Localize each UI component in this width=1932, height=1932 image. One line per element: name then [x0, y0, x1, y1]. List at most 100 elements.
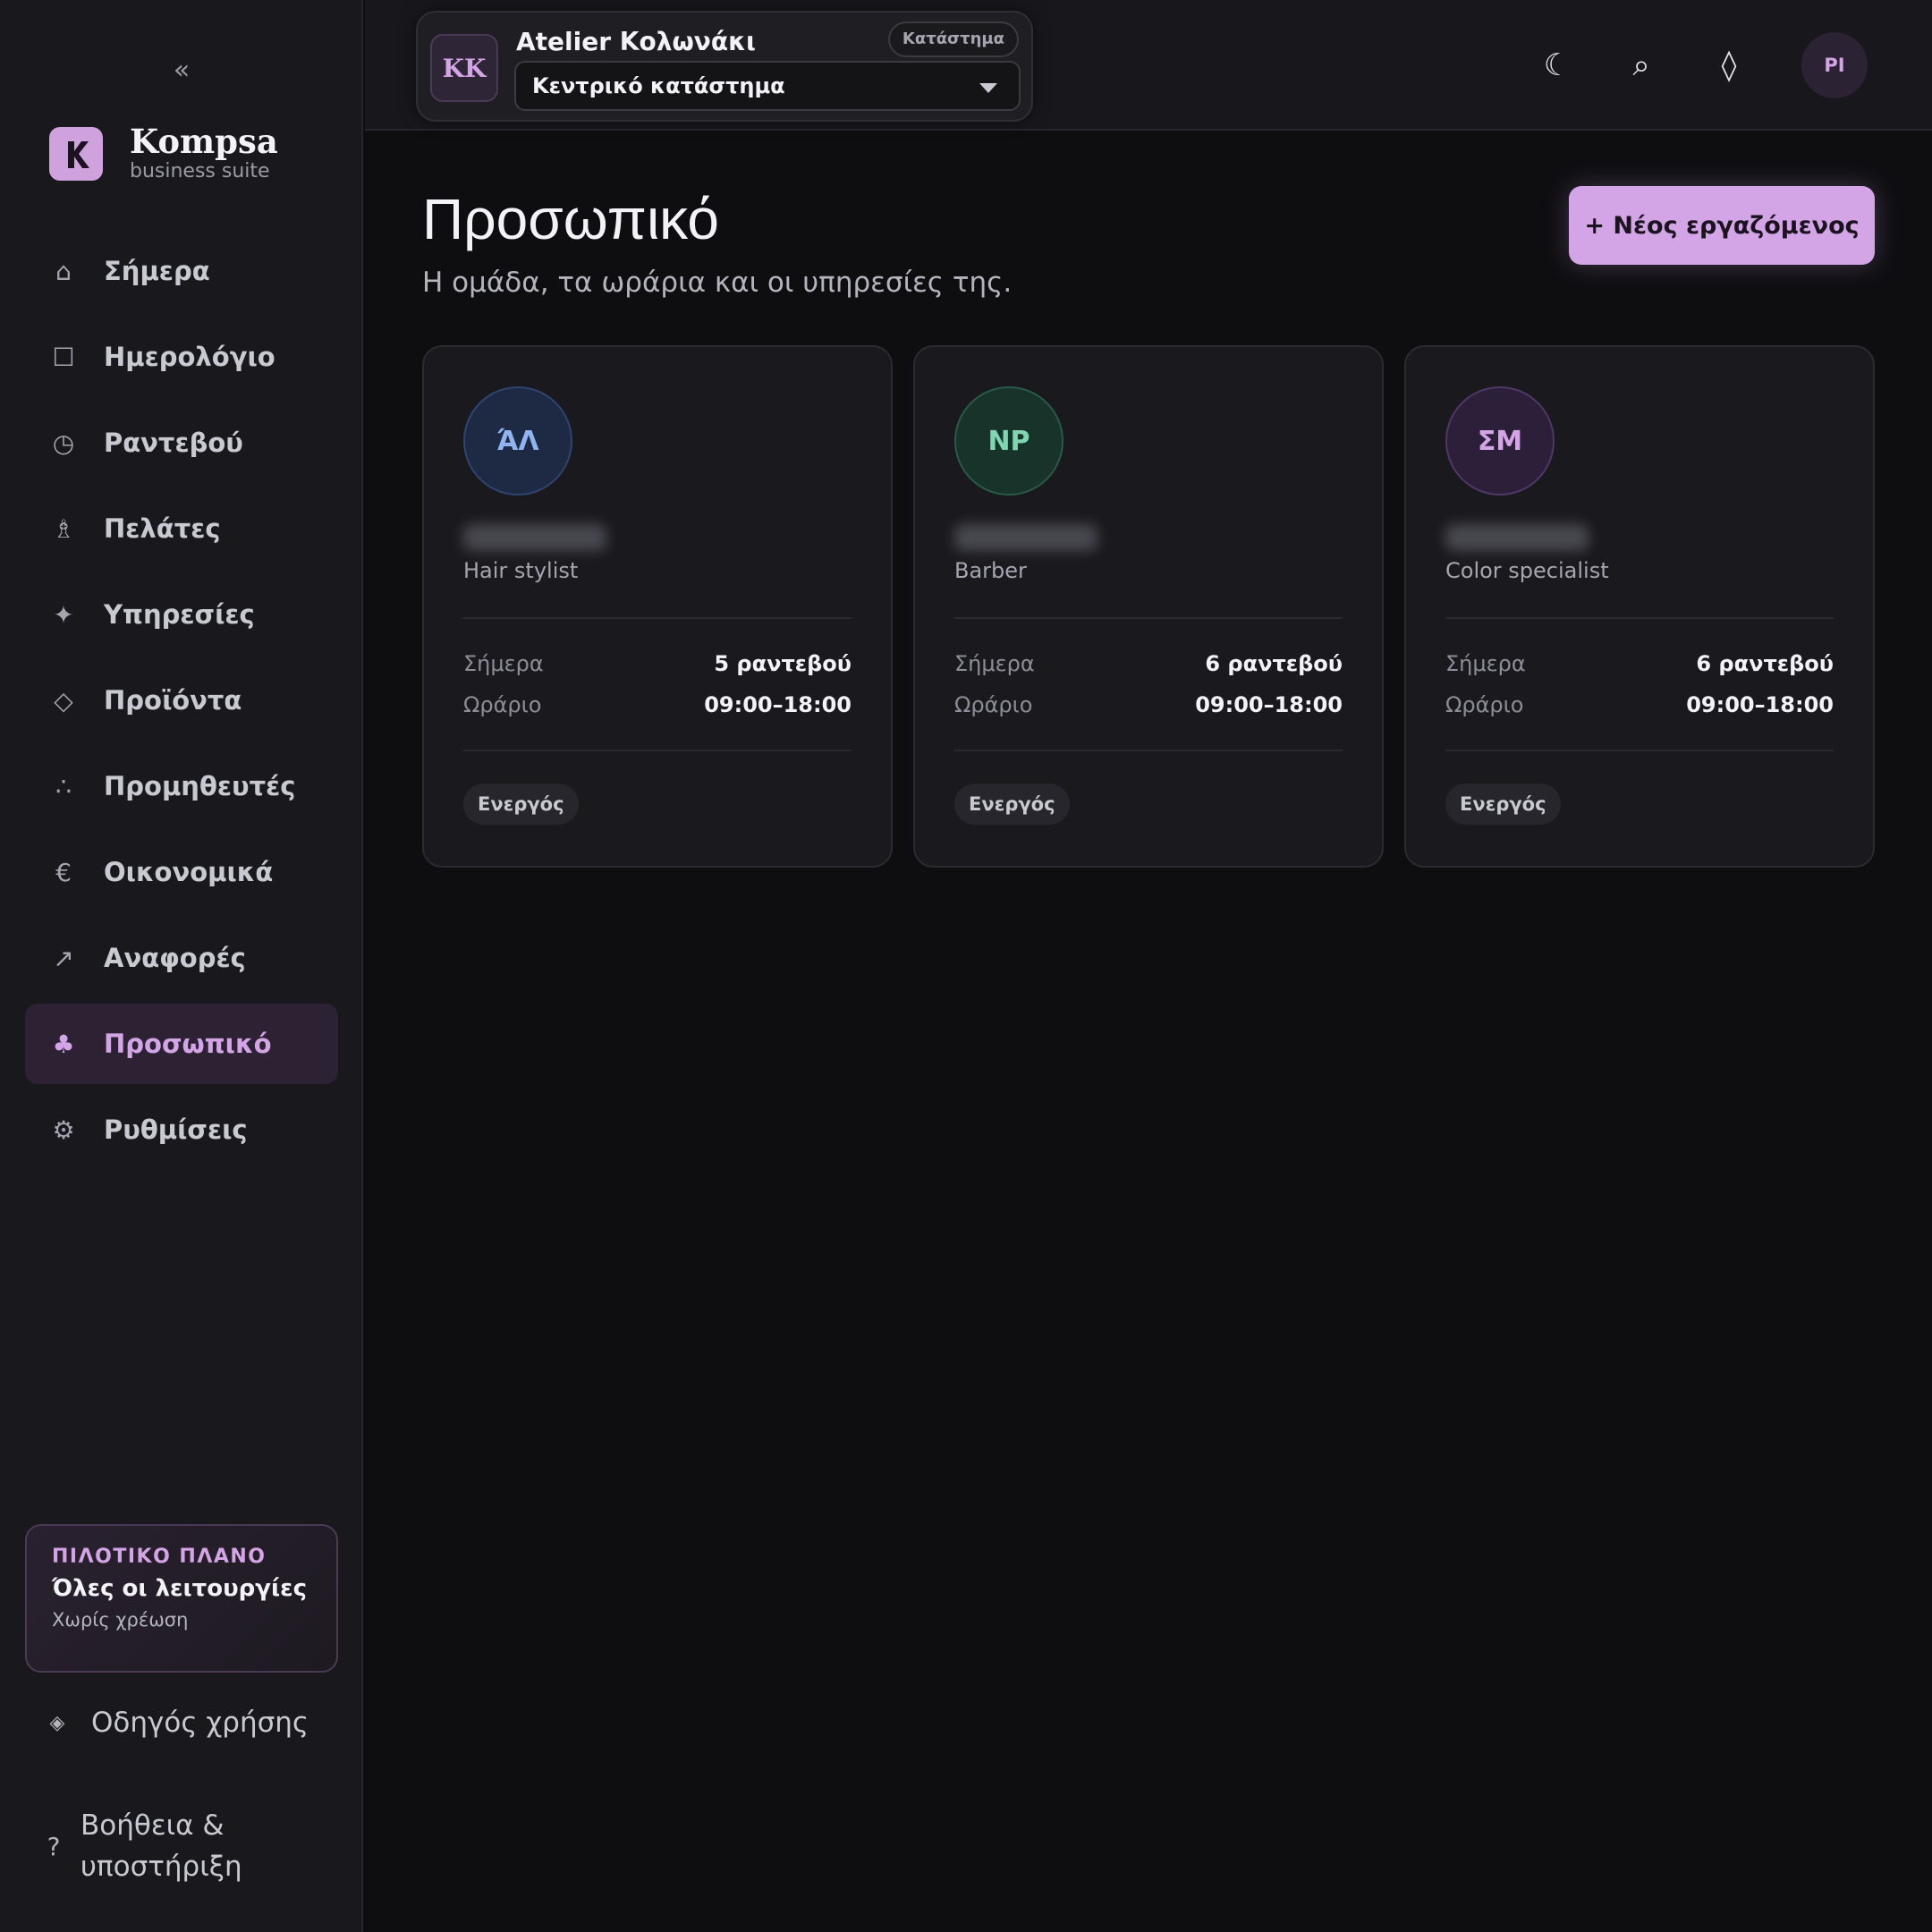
sidebar-item-10[interactable]: ⚙ Ρυθμίσεις — [25, 1089, 338, 1170]
help-support-link[interactable]: ? Βοήθεια & υποστήριξη — [43, 1805, 286, 1887]
staff-role: Barber — [954, 558, 1027, 583]
sidebar-item-label: Αναφορές — [104, 943, 246, 973]
staff-name-blurred — [954, 524, 1097, 551]
sidebar-item-2[interactable]: ◷ Ραντεβού — [25, 402, 338, 483]
sidebar-item-8[interactable]: ↗ Αναφορές — [25, 918, 338, 998]
sidebar-item-5[interactable]: ◇ Προϊόντα — [25, 660, 338, 741]
clock-icon: ◷ — [52, 428, 75, 458]
staff-role: Color specialist — [1445, 558, 1609, 583]
euro-icon: € — [55, 857, 72, 887]
user-guide-label: Οδηγός χρήσης — [91, 1707, 309, 1739]
sidebar-item-label: Ραντεβού — [104, 428, 243, 458]
chevron-down-icon — [979, 83, 997, 93]
sidebar: « Kompsa business suite ⌂ Σήμερα ☐ Ημερολόγ… — [0, 0, 363, 1932]
today-row: Σήμερα 6 ραντεβού — [954, 651, 1343, 676]
store-switcher: KK Atelier Κολωνάκι Κατάστημα Κεντρικό κ… — [416, 11, 1033, 122]
schedule-value: 09:00–18:00 — [704, 692, 852, 717]
help-icon: ? — [47, 1831, 61, 1861]
staff-card[interactable]: NP Barber Σήμερα 6 ραντεβού Ωράριο 09:00–18:0… — [913, 345, 1384, 868]
plan-kicker: ΠΙΛΟΤΙΚΟ ΠΛΑΝΟ — [52, 1546, 267, 1568]
today-value: 6 ραντεβού — [1696, 651, 1834, 676]
sidebar-item-0[interactable]: ⌂ Σήμερα — [25, 231, 338, 311]
calendar-icon: ☐ — [52, 342, 75, 372]
schedule-label: Ωράριο — [463, 692, 542, 717]
card-divider — [463, 750, 852, 751]
collapse-sidebar-button[interactable]: « — [170, 57, 193, 84]
card-divider — [954, 750, 1343, 751]
schedule-row: Ωράριο 09:00–18:00 — [1445, 692, 1834, 717]
today-row: Σήμερα 5 ραντεβού — [463, 651, 852, 676]
staff-name-blurred — [463, 524, 606, 551]
plan-title: Όλες οι λειτουργίες — [52, 1575, 307, 1602]
sidebar-item-label: Ρυθμίσεις — [104, 1114, 248, 1145]
sidebar-nav: ⌂ Σήμερα ☐ Ημερολόγιο ◷ Ραντεβού ♗ Πελάτες ✦ Υπηρ… — [25, 231, 338, 1175]
status-badge: Ενεργός — [954, 784, 1070, 825]
staff-avatar: NP — [954, 386, 1063, 496]
today-row: Σήμερα 6 ραντεβού — [1445, 651, 1834, 676]
card-divider — [1445, 750, 1834, 751]
staff-icon: ♣ — [52, 1029, 75, 1059]
staff-cards: ΆΛ Hair stylist Σήμερα 5 ραντεβού Ωράριο 09:0… — [422, 345, 1875, 868]
sidebar-item-6[interactable]: ∴ Προμηθευτές — [25, 746, 338, 826]
status-badge: Ενεργός — [463, 784, 579, 825]
today-label: Σήμερα — [954, 651, 1035, 676]
location-select-value: Κεντρικό κατάστημα — [532, 73, 785, 98]
user-avatar[interactable]: PI — [1801, 32, 1868, 98]
home-icon: ⌂ — [55, 256, 72, 286]
staff-avatar: ΆΛ — [463, 386, 572, 496]
sidebar-item-label: Προσωπικό — [104, 1029, 272, 1059]
staff-avatar: ΣΜ — [1445, 386, 1555, 496]
user-guide-link[interactable]: ◈ Οδηγός χρήσης — [47, 1707, 309, 1739]
brand-name: Kompsa — [130, 122, 278, 161]
sidebar-item-9[interactable]: ♣ Προσωπικό — [25, 1004, 338, 1084]
suppliers-icon: ∴ — [55, 771, 72, 801]
sidebar-item-label: Πελάτες — [104, 513, 221, 544]
sidebar-item-3[interactable]: ♗ Πελάτες — [25, 488, 338, 569]
help-support-label: Βοήθεια & υποστήριξη — [80, 1809, 242, 1883]
schedule-label: Ωράριο — [1445, 692, 1524, 717]
sidebar-item-1[interactable]: ☐ Ημερολόγιο — [25, 317, 338, 397]
sidebar-item-4[interactable]: ✦ Υπηρεσίες — [25, 574, 338, 655]
schedule-row: Ωράριο 09:00–18:00 — [463, 692, 852, 717]
store-initials-badge: KK — [430, 34, 498, 102]
today-value: 5 ραντεβού — [714, 651, 852, 676]
status-badge: Ενεργός — [1445, 784, 1561, 825]
location-select[interactable]: Κεντρικό κατάστημα — [514, 61, 1021, 111]
staff-card[interactable]: ΆΛ Hair stylist Σήμερα 5 ραντεβού Ωράριο 09:0… — [422, 345, 893, 868]
sidebar-item-label: Προμηθευτές — [104, 771, 296, 801]
card-divider — [954, 617, 1343, 619]
schedule-value: 09:00–18:00 — [1686, 692, 1834, 717]
topbar: KK Atelier Κολωνάκι Κατάστημα Κεντρικό κ… — [365, 0, 1932, 131]
brand-subtitle: business suite — [130, 160, 270, 182]
staff-card[interactable]: ΣΜ Color specialist Σήμερα 6 ραντεβού Ωράριο… — [1404, 345, 1875, 868]
card-divider — [1445, 617, 1834, 619]
sidebar-item-label: Προϊόντα — [104, 685, 242, 716]
sparkle-icon: ✦ — [53, 599, 74, 630]
plan-subtitle: Χωρίς χρέωση — [52, 1609, 189, 1631]
sidebar-item-label: Οικονομικά — [104, 857, 274, 887]
staff-name-blurred — [1445, 524, 1589, 551]
search-icon[interactable]: ⌕ — [1621, 45, 1662, 86]
sidebar-item-label: Υπηρεσίες — [104, 599, 255, 630]
schedule-value: 09:00–18:00 — [1195, 692, 1343, 717]
card-divider — [463, 617, 852, 619]
diamond-icon: ◇ — [54, 685, 73, 716]
plan-card[interactable]: ΠΙΛΟΤΙΚΟ ΠΛΑΝΟ Όλες οι λειτουργίες Χωρίς… — [25, 1524, 338, 1673]
guide-icon: ◈ — [49, 1711, 65, 1734]
schedule-row: Ωράριο 09:00–18:00 — [954, 692, 1343, 717]
store-name: Atelier Κολωνάκι — [516, 27, 756, 56]
theme-toggle-moon-icon[interactable]: ☾ — [1537, 45, 1578, 86]
sidebar-item-label: Σήμερα — [104, 256, 210, 286]
diamond-icon[interactable]: ◊ — [1708, 45, 1750, 86]
today-label: Σήμερα — [1445, 651, 1526, 676]
new-employee-button[interactable]: + Νέος εργαζόμενος — [1569, 186, 1875, 265]
brand: Kompsa business suite — [49, 123, 278, 184]
sidebar-item-7[interactable]: € Οικονομικά — [25, 832, 338, 912]
staff-role: Hair stylist — [463, 558, 579, 583]
arrow-up-right-icon: ↗ — [53, 943, 74, 973]
today-value: 6 ραντεβού — [1205, 651, 1343, 676]
clients-icon: ♗ — [52, 513, 75, 544]
brand-logo-icon — [49, 127, 103, 181]
settings-icon: ⚙ — [52, 1114, 75, 1145]
page-subtitle: Η ομάδα, τα ωράρια και οι υπηρεσίες της. — [422, 267, 1013, 299]
